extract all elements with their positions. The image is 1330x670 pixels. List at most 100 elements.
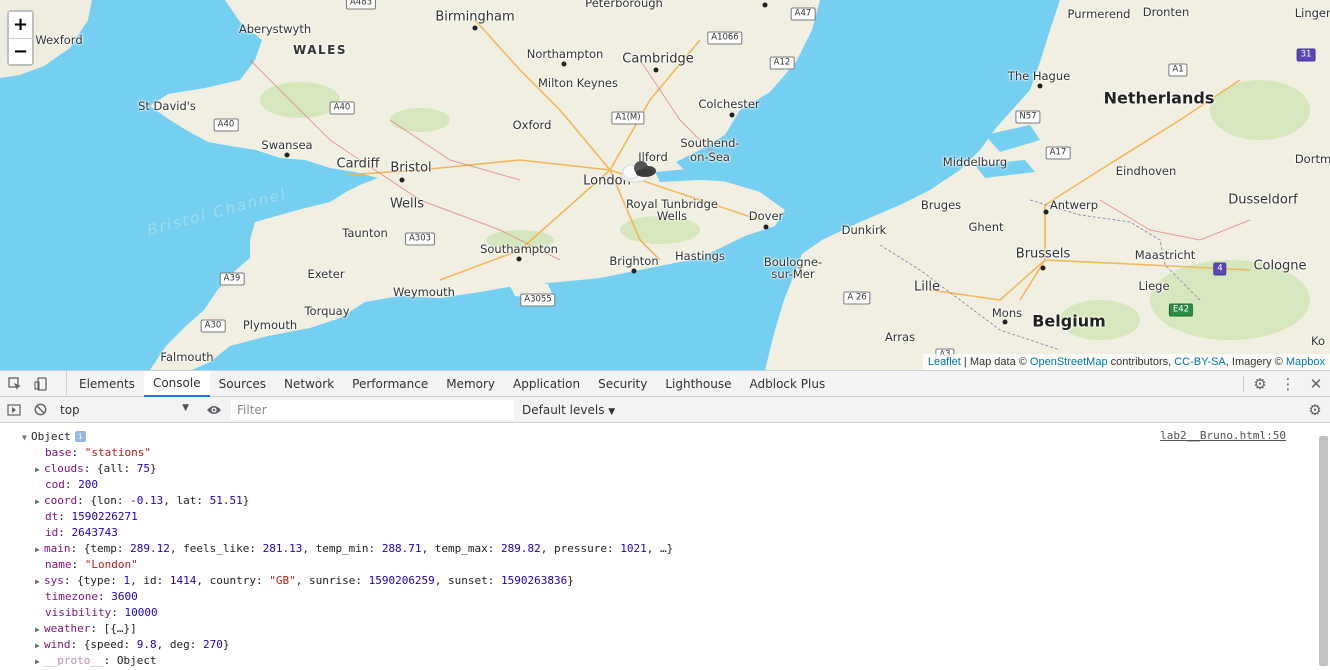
- text-fragment: 9.8: [136, 638, 157, 651]
- weather-cloud-icon[interactable]: [613, 152, 661, 188]
- text-fragment: main: [44, 542, 71, 555]
- text-fragment: visibility: [45, 606, 112, 619]
- object-header[interactable]: ▼ Object i: [22, 429, 86, 445]
- label-wales: WALES: [293, 43, 347, 57]
- tab-elements[interactable]: Elements: [70, 371, 144, 397]
- collapsed-triangle-icon[interactable]: ▶: [35, 654, 44, 670]
- city-dot: [1037, 83, 1043, 89]
- expanded-triangle-icon[interactable]: ▼: [22, 430, 31, 446]
- text-fragment: {all:: [97, 462, 137, 475]
- device-toolbar-icon[interactable]: [28, 371, 54, 397]
- text-fragment: , feels_like:: [169, 542, 263, 555]
- osm-link[interactable]: OpenStreetMap: [1030, 356, 1108, 368]
- label-maastricht: Maastricht: [1134, 248, 1196, 262]
- collapsed-triangle-icon[interactable]: ▶: [35, 462, 44, 478]
- label-cardiff: Cardiff: [336, 156, 380, 172]
- tab-lighthouse[interactable]: Lighthouse: [656, 371, 740, 397]
- text-fragment: 281.13: [262, 542, 303, 555]
- label-purmerend: Purmerend: [1067, 7, 1131, 21]
- tab-performance[interactable]: Performance: [343, 371, 437, 397]
- city-dot: [284, 152, 290, 158]
- prop-row: dt: 1590226271: [45, 510, 138, 523]
- label-liege: Liege: [1138, 279, 1170, 293]
- label-the-hague: The Hague: [1007, 69, 1071, 83]
- prop-row[interactable]: ▶ sys: {type: 1, id: 1414, country: "GB",…: [35, 573, 574, 589]
- devtools-panel: Elements Console Sources Network Performance…: [0, 370, 1330, 669]
- text-fragment: 1590206259: [368, 574, 435, 587]
- road-shield: A12: [769, 56, 795, 70]
- tab-security[interactable]: Security: [589, 371, 656, 397]
- clear-console-icon[interactable]: [27, 397, 53, 423]
- text-fragment: -0.13: [130, 494, 164, 507]
- tab-adblock-plus[interactable]: Adblock Plus: [741, 371, 835, 397]
- zoom-control: + −: [7, 10, 34, 66]
- mapbox-link[interactable]: Mapbox: [1286, 356, 1325, 368]
- text-fragment: , deg:: [156, 638, 203, 651]
- label-taunton: Taunton: [342, 226, 388, 240]
- prop-row[interactable]: ▶ main: {temp: 289.12, feels_like: 281.13…: [35, 541, 673, 557]
- road-shield: A3055: [520, 293, 556, 307]
- text-fragment: 2643743: [71, 526, 118, 539]
- show-sidebar-icon[interactable]: [1, 397, 27, 423]
- tab-memory[interactable]: Memory: [437, 371, 504, 397]
- text-fragment: }: [222, 638, 230, 651]
- console-filter-input[interactable]: [231, 399, 514, 420]
- live-expression-eye-icon[interactable]: [201, 397, 227, 423]
- label-tunbridge-wells: Wells: [656, 209, 688, 223]
- collapsed-triangle-icon[interactable]: ▶: [35, 494, 44, 510]
- prop-row[interactable]: ▶ weather: [{…}]: [35, 621, 137, 637]
- tab-application[interactable]: Application: [504, 371, 589, 397]
- label-st-davids: St David's: [138, 99, 196, 113]
- text-fragment: {speed:: [83, 638, 137, 651]
- source-link[interactable]: lab2__Bruno.html:50: [1160, 429, 1286, 442]
- tab-sources[interactable]: Sources: [210, 371, 275, 397]
- road-shield: E42: [1168, 303, 1194, 317]
- text-fragment: base: [45, 446, 72, 459]
- prop-row[interactable]: ▶ clouds: {all: 75}: [35, 461, 157, 477]
- label-on-sea: on-Sea: [690, 150, 730, 164]
- road-shield: A1(M): [611, 111, 645, 125]
- prop-row[interactable]: ▶ coord: {lon: -0.13, lat: 51.51}: [35, 493, 249, 509]
- attribution-text: , Imagery ©: [1225, 356, 1286, 368]
- object-label: Object: [31, 430, 71, 443]
- map-view[interactable]: Birmingham Peterborough Aberystwyth Wexf…: [0, 0, 1330, 370]
- zoom-in-button[interactable]: +: [9, 12, 32, 38]
- collapsed-triangle-icon[interactable]: ▶: [35, 622, 44, 638]
- label-dusseldorf: Dusseldorf: [1228, 192, 1298, 208]
- zoom-out-button[interactable]: −: [9, 38, 32, 64]
- prop-row[interactable]: ▶ wind: {speed: 9.8, deg: 270}: [35, 637, 229, 653]
- prop-row[interactable]: ▶ __proto__: Object: [35, 653, 157, 669]
- label-weymouth: Weymouth: [393, 285, 455, 299]
- collapsed-triangle-icon[interactable]: ▶: [35, 542, 44, 558]
- text-fragment: "GB": [269, 574, 296, 587]
- text-fragment: , …}: [646, 542, 674, 555]
- inspect-element-icon[interactable]: [2, 371, 28, 397]
- console-toolbar: top ▼ Default levels ▼ ⚙: [0, 397, 1330, 423]
- license-link[interactable]: CC-BY-SA: [1174, 356, 1226, 368]
- console-settings-gear-icon[interactable]: ⚙: [1302, 397, 1328, 423]
- tab-console[interactable]: Console: [143, 370, 210, 397]
- tab-network[interactable]: Network: [275, 371, 343, 397]
- prop-row: name: "London": [45, 558, 138, 571]
- collapsed-triangle-icon[interactable]: ▶: [35, 574, 44, 590]
- label-cambridge: Cambridge: [622, 51, 694, 67]
- close-icon[interactable]: ✕: [1302, 375, 1330, 393]
- city-dot: [762, 2, 768, 8]
- label-dover: Dover: [748, 209, 784, 223]
- label-falmouth: Falmouth: [160, 350, 214, 364]
- label-dortm: Dortm: [1294, 152, 1330, 166]
- log-levels-dropdown[interactable]: Default levels ▼: [522, 403, 615, 417]
- text-fragment: , lat:: [163, 494, 210, 507]
- info-icon[interactable]: i: [74, 431, 86, 442]
- city-dot: [561, 61, 567, 67]
- road-shield: 4: [1213, 262, 1227, 276]
- text-fragment: 1590263836: [501, 574, 568, 587]
- collapsed-triangle-icon[interactable]: ▶: [35, 638, 44, 654]
- leaflet-link[interactable]: Leaflet: [928, 356, 961, 368]
- settings-gear-icon[interactable]: ⚙: [1246, 375, 1274, 393]
- context-selector[interactable]: top ▼: [57, 400, 197, 420]
- text-fragment: {lon:: [90, 494, 131, 507]
- more-options-icon[interactable]: ⋮: [1274, 375, 1302, 393]
- console-scrollbar[interactable]: [1319, 436, 1328, 666]
- attribution-text: contributors,: [1107, 356, 1175, 368]
